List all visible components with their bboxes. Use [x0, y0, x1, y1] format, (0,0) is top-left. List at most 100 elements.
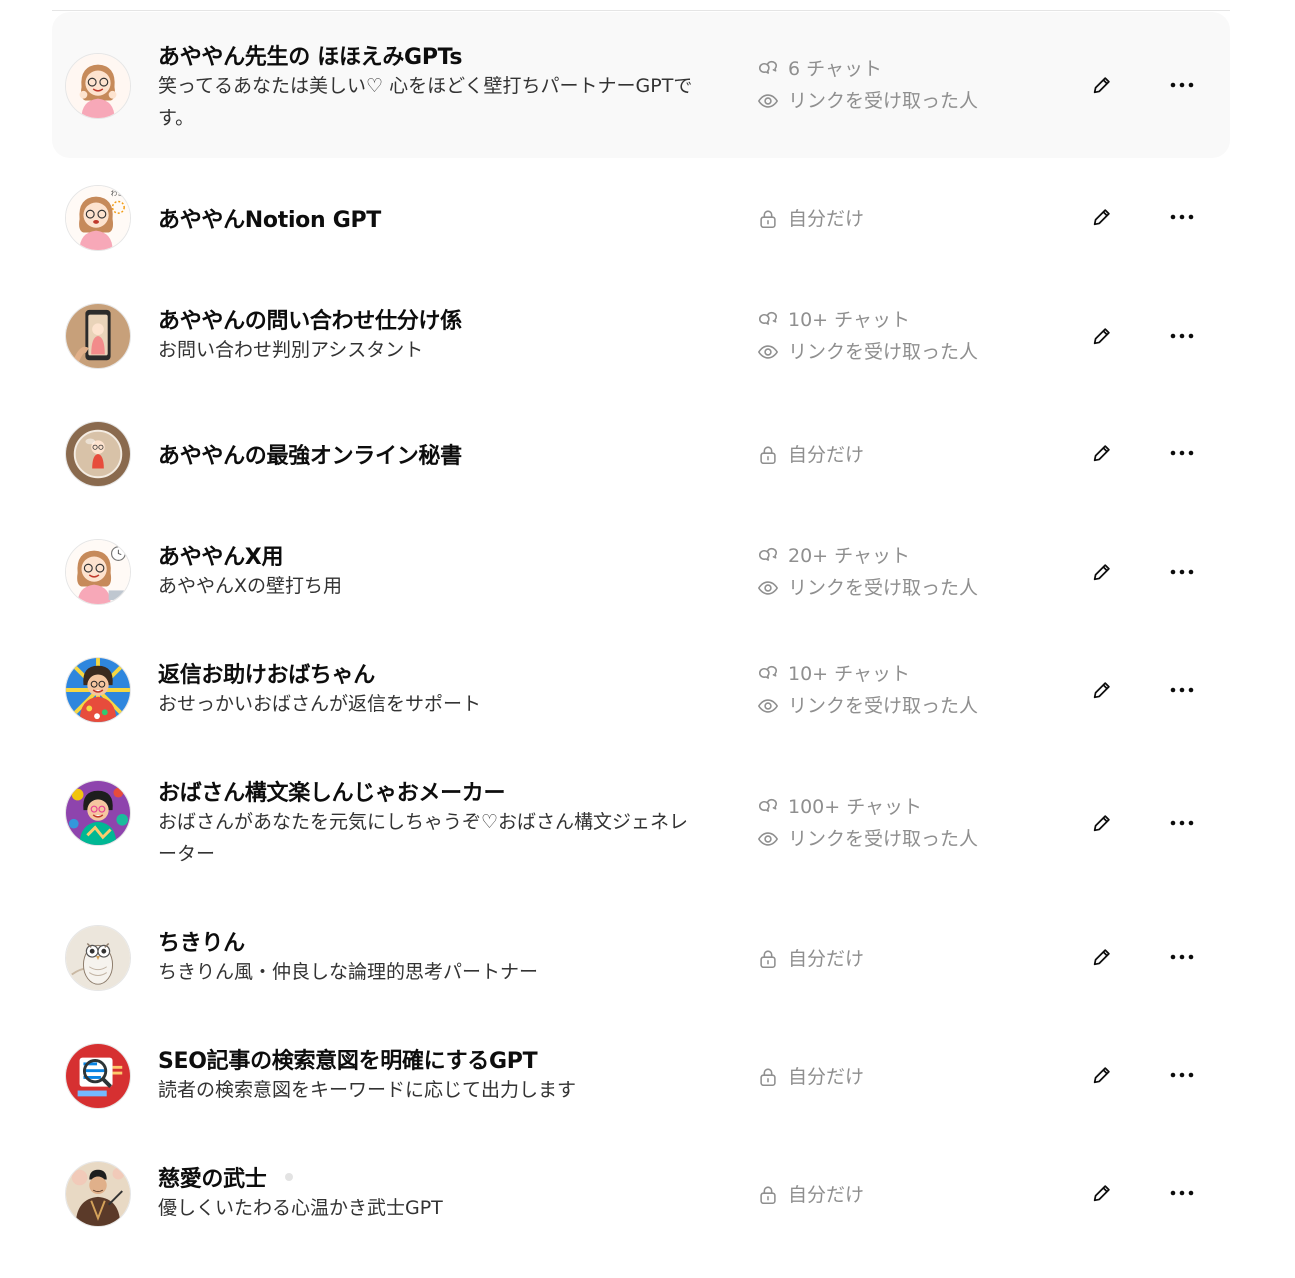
- visibility-text: リンクを受け取った人: [788, 695, 979, 717]
- gpt-meta: 自分だけ: [757, 439, 864, 471]
- status-dot: [284, 1173, 293, 1181]
- gpt-title: あややんX用: [158, 545, 284, 570]
- gpt-description: 読者の検索意図をキーワードに応じて出力します: [158, 1079, 577, 1101]
- edit-button[interactable]: [1088, 1061, 1116, 1089]
- chat-count: 10+ チャット: [757, 658, 978, 690]
- lock-icon: [760, 210, 776, 229]
- edit-button[interactable]: [1088, 322, 1116, 350]
- pencil-icon: [1093, 445, 1110, 462]
- gpt-description: おせっかいおばさんが返信をサポート: [158, 693, 482, 715]
- gpt-row[interactable]: 返信お助けおばちゃん おせっかいおばさんが返信をサポート 10+ チャット リン…: [52, 630, 1230, 748]
- eye-icon: [757, 581, 779, 595]
- gpt-title: 返信お助けおばちゃん: [158, 663, 376, 688]
- chat-bubbles-icon: [758, 311, 778, 325]
- visibility-text: 自分だけ: [788, 1184, 865, 1206]
- pencil-icon: [1093, 564, 1110, 581]
- visibility: リンクを受け取った人: [757, 823, 978, 855]
- gpt-description: お問い合わせ判別アシスタント: [158, 339, 424, 361]
- samurai-avatar: [65, 1161, 131, 1227]
- gpt-title: SEO記事の検索意図を明確にするGPT: [158, 1049, 538, 1074]
- gpt-meta: 100+ チャット リンクを受け取った人: [757, 791, 978, 855]
- ellipsis-icon: [1170, 1072, 1194, 1078]
- more-options-button[interactable]: [1166, 71, 1198, 99]
- more-options-button[interactable]: [1166, 943, 1198, 971]
- ellipsis-icon: [1170, 333, 1194, 339]
- gpt-row[interactable]: おばさん構文楽しんじゃおメーカー おばさんがあなたを元気にしちゃうぞ♡おばさん構…: [52, 748, 1230, 896]
- owl-avatar: [65, 925, 131, 991]
- edit-button[interactable]: [1088, 676, 1116, 704]
- edit-button[interactable]: [1088, 203, 1116, 231]
- visibility: リンクを受け取った人: [757, 336, 978, 368]
- gpt-row[interactable]: あややんの最強オンライン秘書 自分だけ: [52, 394, 1230, 512]
- visibility: 自分だけ: [757, 943, 864, 975]
- visibility: 自分だけ: [757, 1179, 864, 1211]
- ellipsis-icon: [1170, 82, 1194, 88]
- chat-count: 100+ チャット: [757, 791, 978, 823]
- chat-count: 20+ チャット: [757, 540, 978, 572]
- pencil-icon: [1093, 1185, 1110, 1202]
- gpt-row[interactable]: ちきりん ちきりん風・仲良しな論理的思考パートナー 自分だけ: [52, 896, 1230, 1014]
- chat-bubbles-icon: [758, 798, 778, 812]
- more-options-button[interactable]: [1166, 676, 1198, 704]
- pencil-icon: [1093, 77, 1110, 94]
- gpt-meta: 10+ チャット リンクを受け取った人: [757, 658, 978, 722]
- more-options-button[interactable]: [1166, 809, 1198, 837]
- gpt-title: 慈愛の武士: [158, 1161, 293, 1193]
- more-options-button[interactable]: [1166, 203, 1198, 231]
- chat-count: 6 チャット: [757, 53, 978, 85]
- more-options-button[interactable]: [1166, 1061, 1198, 1089]
- gpt-row[interactable]: SEO記事の検索意図を明確にするGPT 読者の検索意図をキーワードに応じて出力し…: [52, 1014, 1230, 1132]
- edit-button[interactable]: [1088, 71, 1116, 99]
- chat-count: 10+ チャット: [757, 304, 978, 336]
- more-options-button[interactable]: [1166, 558, 1198, 586]
- gpt-title: ちきりん: [158, 931, 245, 956]
- gpt-list: あややん先生の ほほえみGPTs 笑ってるあなたは美しい♡ 心をほどく壁打ちパー…: [52, 12, 1230, 1250]
- visibility-text: 自分だけ: [788, 948, 865, 970]
- chat-count-text: 100+ チャット: [788, 796, 923, 818]
- lock-icon: [760, 950, 776, 969]
- visibility: リンクを受け取った人: [757, 572, 978, 604]
- gpt-title: あややんNotion GPT: [158, 208, 382, 233]
- gpt-row[interactable]: あややんの問い合わせ仕分け係 お問い合わせ判別アシスタント 10+ チャット リ…: [52, 276, 1230, 394]
- visibility-text: 自分だけ: [788, 444, 865, 466]
- gpt-row[interactable]: 慈愛の武士 優しくいたわる心温かき武士GPT 自分だけ: [52, 1132, 1230, 1250]
- more-options-button[interactable]: [1166, 439, 1198, 467]
- edit-button[interactable]: [1088, 809, 1116, 837]
- pencil-icon: [1093, 1067, 1110, 1084]
- ellipsis-icon: [1170, 954, 1194, 960]
- gpt-row[interactable]: あややんX用 あややんXの壁打ち用 20+ チャット リンクを受け取った人: [52, 512, 1230, 630]
- visibility-text: リンクを受け取った人: [788, 828, 979, 850]
- edit-button[interactable]: [1088, 558, 1116, 586]
- gpt-row[interactable]: あややん先生の ほほえみGPTs 笑ってるあなたは美しい♡ 心をほどく壁打ちパー…: [52, 12, 1230, 158]
- ellipsis-icon: [1170, 450, 1194, 456]
- edit-button[interactable]: [1088, 439, 1116, 467]
- ellipsis-icon: [1170, 687, 1194, 693]
- woman-wow-avatar: わぁ: [65, 185, 131, 251]
- gpt-description: 笑ってるあなたは美しい♡ 心をほどく壁打ちパートナーGPTです。: [158, 75, 693, 129]
- gpt-description: ちきりん風・仲良しな論理的思考パートナー: [158, 961, 539, 983]
- ellipsis-icon: [1170, 1190, 1194, 1196]
- visibility: 自分だけ: [757, 1061, 864, 1093]
- chat-count-text: 10+ チャット: [788, 663, 910, 685]
- gpt-title: おばさん構文楽しんじゃおメーカー: [158, 781, 506, 806]
- gpt-title: あややんの問い合わせ仕分け係: [158, 309, 462, 334]
- gpt-row[interactable]: わぁ あややんNotion GPT 自分だけ: [52, 158, 1230, 276]
- pencil-icon: [1093, 328, 1110, 345]
- gpt-meta: 自分だけ: [757, 203, 864, 235]
- pencil-icon: [1093, 209, 1110, 226]
- gpt-title-text: 慈愛の武士: [158, 1167, 267, 1192]
- svg-text:わぁ: わぁ: [111, 190, 125, 198]
- more-options-button[interactable]: [1166, 1179, 1198, 1207]
- seo-magnifier-avatar: [65, 1043, 131, 1109]
- lock-icon: [760, 1186, 776, 1205]
- edit-button[interactable]: [1088, 943, 1116, 971]
- more-options-button[interactable]: [1166, 322, 1198, 350]
- visibility: 自分だけ: [757, 203, 864, 235]
- visibility-text: リンクを受け取った人: [788, 341, 979, 363]
- pencil-icon: [1093, 815, 1110, 832]
- gpt-description: おばさんがあなたを元気にしちゃうぞ♡おばさん構文ジェネレーター: [158, 811, 689, 865]
- top-divider: [52, 10, 1230, 11]
- chat-count-text: 20+ チャット: [788, 545, 910, 567]
- chat-bubbles-icon: [758, 665, 778, 679]
- edit-button[interactable]: [1088, 1179, 1116, 1207]
